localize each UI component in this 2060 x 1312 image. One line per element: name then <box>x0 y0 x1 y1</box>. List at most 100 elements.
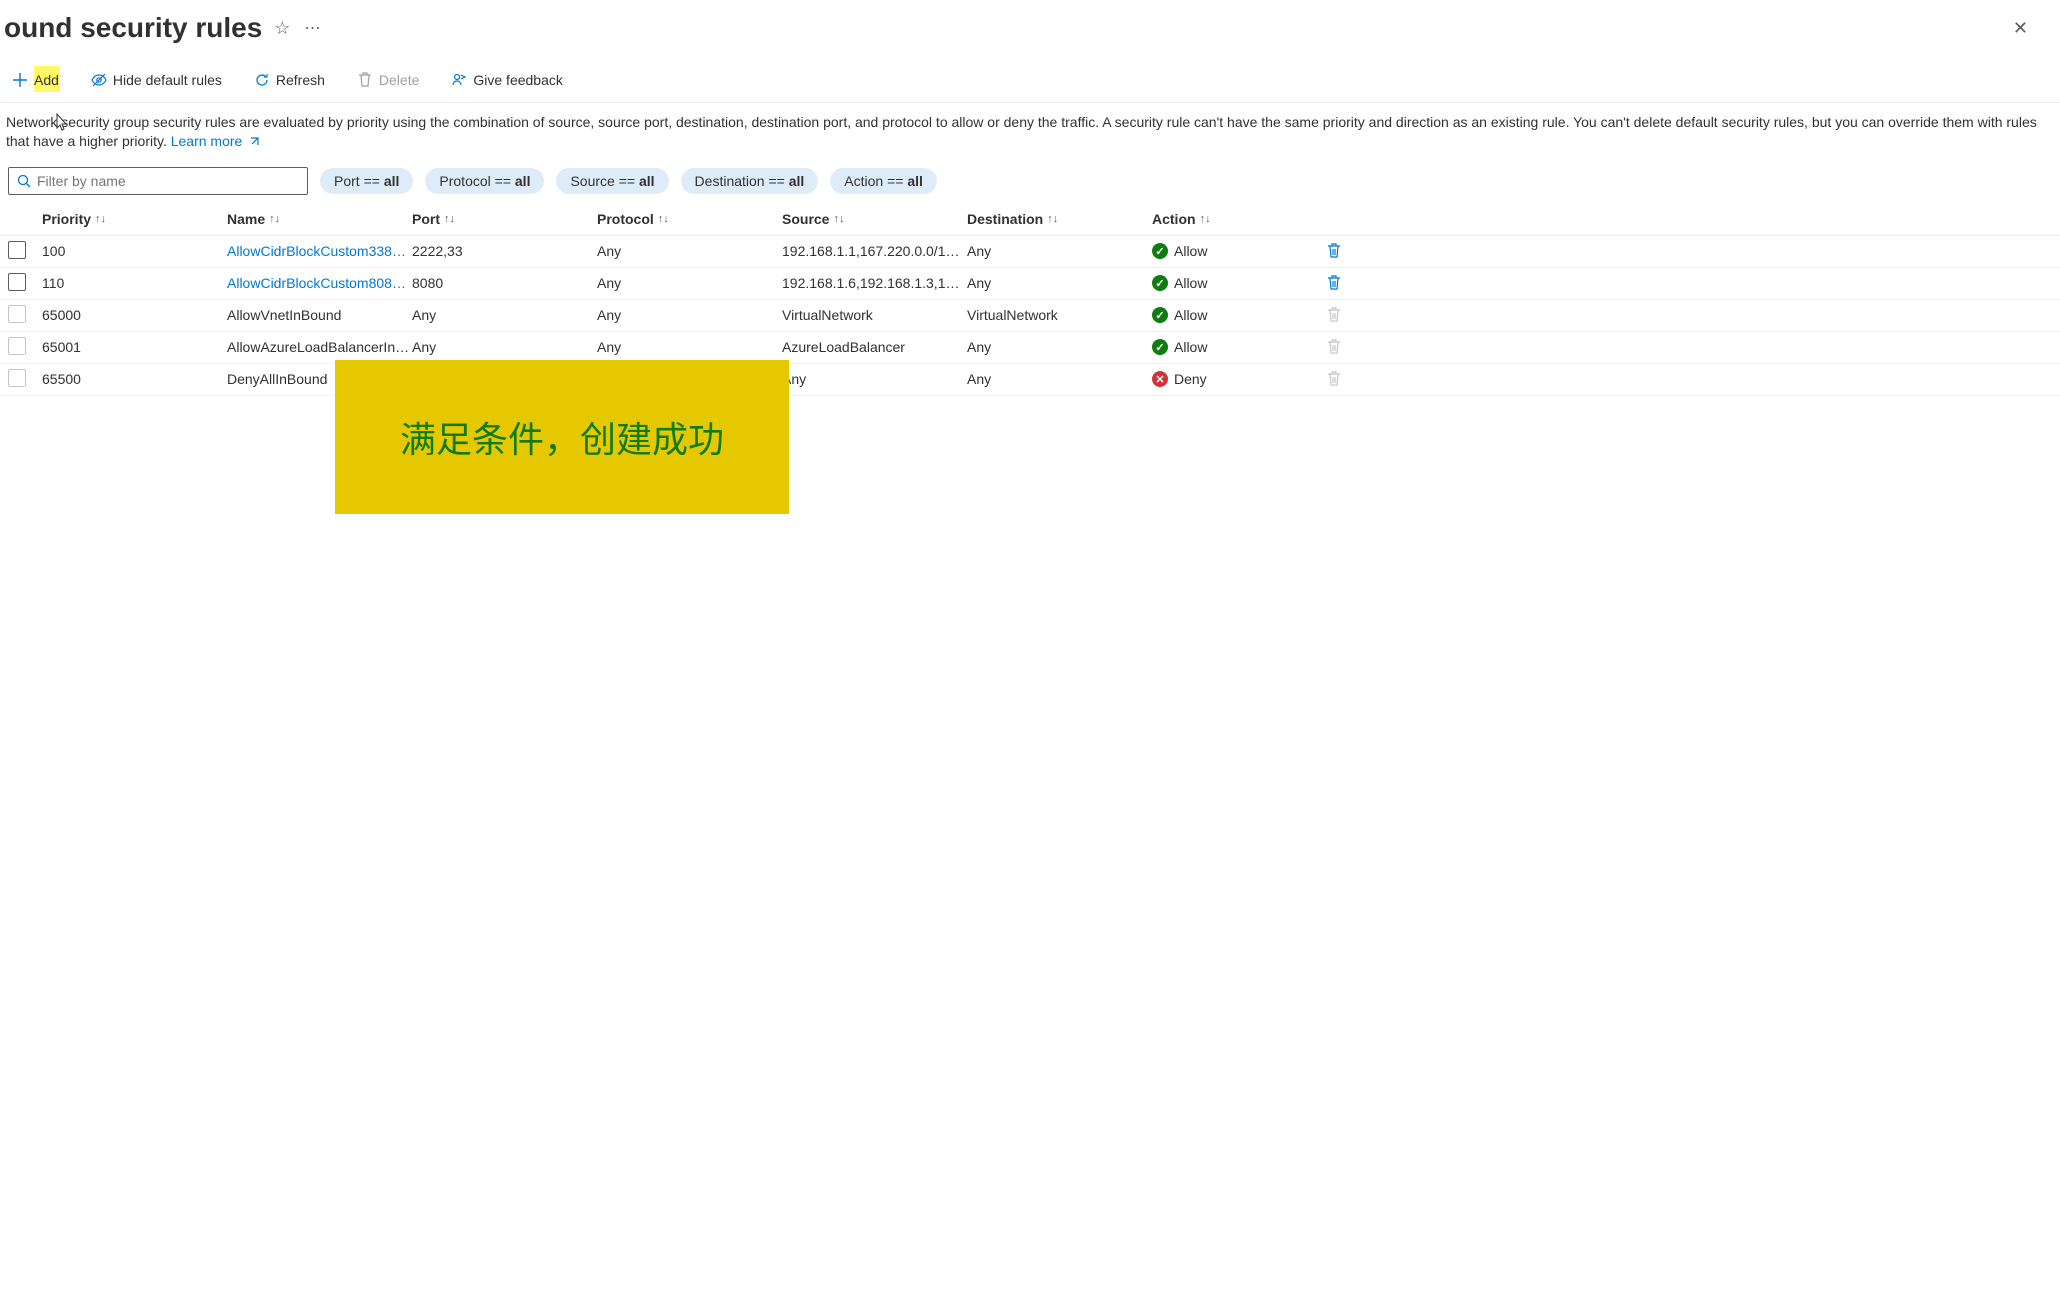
add-button[interactable]: Add <box>6 68 65 92</box>
cell-name[interactable]: AllowCidrBlockCustom3389I… <box>227 243 412 259</box>
sort-icon: ↑↓ <box>269 213 280 225</box>
filter-pill[interactable]: Action == all <box>830 168 937 194</box>
sort-icon: ↑↓ <box>658 213 669 225</box>
cell-priority: 110 <box>42 275 227 291</box>
row-checkbox <box>8 305 26 323</box>
sort-icon: ↑↓ <box>833 213 844 225</box>
filter-pill[interactable]: Destination == all <box>681 168 819 194</box>
more-options-icon[interactable]: ⋯ <box>304 18 320 38</box>
cell-priority: 65001 <box>42 339 227 355</box>
table-row: 65500DenyAllInBoundAnyAnyAnyAny✕Deny <box>0 364 2060 396</box>
cell-action: ✓Allow <box>1152 339 1327 355</box>
cell-destination: Any <box>967 275 1152 291</box>
favorite-star-icon[interactable]: ☆ <box>274 18 290 39</box>
eye-hide-icon <box>91 72 107 88</box>
row-checkbox[interactable] <box>8 273 26 291</box>
table-header-row: Priority↑↓ Name↑↓ Port↑↓ Protocol↑↓ Sour… <box>0 205 2060 236</box>
page-header: ound security rules ☆ ⋯ ✕ <box>0 0 2060 48</box>
cross-circle-icon: ✕ <box>1152 371 1168 387</box>
cursor-pointer-icon <box>52 113 70 135</box>
col-name-header[interactable]: Name↑↓ <box>227 211 412 227</box>
cell-destination: Any <box>967 243 1152 259</box>
refresh-icon <box>254 72 270 88</box>
feedback-icon <box>451 72 467 88</box>
cell-action: ✓Allow <box>1152 307 1327 323</box>
col-priority-header[interactable]: Priority↑↓ <box>42 211 227 227</box>
description-text: Network security group security rules ar… <box>0 103 2060 163</box>
cell-source: 192.168.1.6,192.168.1.3,192.1… <box>782 275 967 291</box>
row-delete-icon <box>1327 371 1367 387</box>
close-icon[interactable]: ✕ <box>2009 14 2032 43</box>
cell-destination: Any <box>967 339 1152 355</box>
check-circle-icon: ✓ <box>1152 339 1168 355</box>
row-delete-icon[interactable] <box>1327 243 1367 259</box>
feedback-label: Give feedback <box>473 72 563 88</box>
delete-label: Delete <box>379 72 419 88</box>
cell-protocol: Any <box>597 307 782 323</box>
description-body: Network security group security rules ar… <box>6 114 2037 149</box>
col-destination-header[interactable]: Destination↑↓ <box>967 211 1152 227</box>
row-checkbox <box>8 369 26 387</box>
filter-pill[interactable]: Protocol == all <box>425 168 544 194</box>
cell-destination: Any <box>967 371 1152 387</box>
cell-protocol: Any <box>597 339 782 355</box>
cell-protocol: Any <box>597 243 782 259</box>
add-label: Add <box>34 72 59 88</box>
row-delete-icon <box>1327 339 1367 355</box>
cell-priority: 65500 <box>42 371 227 387</box>
table-row: 65001AllowAzureLoadBalancerInB…AnyAnyAzu… <box>0 332 2060 364</box>
col-action-header[interactable]: Action↑↓ <box>1152 211 1327 227</box>
page-title: ound security rules <box>4 12 262 44</box>
cell-source: VirtualNetwork <box>782 307 967 323</box>
cell-priority: 100 <box>42 243 227 259</box>
sort-icon: ↑↓ <box>1047 213 1058 225</box>
hide-default-rules-button[interactable]: Hide default rules <box>85 68 228 92</box>
table-row: 65000AllowVnetInBoundAnyAnyVirtualNetwor… <box>0 300 2060 332</box>
rules-table: Priority↑↓ Name↑↓ Port↑↓ Protocol↑↓ Sour… <box>0 205 2060 396</box>
row-checkbox <box>8 337 26 355</box>
sort-icon: ↑↓ <box>444 213 455 225</box>
cell-priority: 65000 <box>42 307 227 323</box>
check-circle-icon: ✓ <box>1152 275 1168 291</box>
cell-source: AzureLoadBalancer <box>782 339 967 355</box>
success-overlay-annotation: 满足条件，创建成功 <box>335 360 789 514</box>
toolbar: Add Hide default rules Refresh Delete Gi… <box>0 58 2060 103</box>
cell-action: ✕Deny <box>1152 371 1327 387</box>
cell-destination: VirtualNetwork <box>967 307 1152 323</box>
learn-more-link[interactable]: Learn more <box>171 133 260 149</box>
hide-default-label: Hide default rules <box>113 72 222 88</box>
col-delete <box>1327 211 1367 227</box>
delete-button: Delete <box>351 68 425 92</box>
table-row: 110AllowCidrBlockCustom8080I…8080Any192.… <box>0 268 2060 300</box>
row-delete-icon <box>1327 307 1367 323</box>
check-circle-icon: ✓ <box>1152 307 1168 323</box>
refresh-button[interactable]: Refresh <box>248 68 331 92</box>
cell-action: ✓Allow <box>1152 243 1327 259</box>
cell-name[interactable]: AllowCidrBlockCustom8080I… <box>227 275 412 291</box>
filter-pill[interactable]: Source == all <box>556 168 668 194</box>
check-circle-icon: ✓ <box>1152 243 1168 259</box>
cell-port: Any <box>412 339 597 355</box>
filter-by-name-input[interactable] <box>8 167 308 195</box>
row-delete-icon[interactable] <box>1327 275 1367 291</box>
filter-row: Port == all Protocol == all Source == all D… <box>0 163 2060 205</box>
cell-source: 192.168.1.1,167.220.0.0/16,1… <box>782 243 967 259</box>
row-checkbox[interactable] <box>8 241 26 259</box>
plus-icon <box>12 72 28 88</box>
filter-input-field[interactable] <box>37 173 299 189</box>
cell-name: AllowVnetInBound <box>227 307 412 323</box>
table-row: 100AllowCidrBlockCustom3389I…2222,33Any1… <box>0 236 2060 268</box>
refresh-label: Refresh <box>276 72 325 88</box>
give-feedback-button[interactable]: Give feedback <box>445 68 569 92</box>
col-source-header[interactable]: Source↑↓ <box>782 211 967 227</box>
cell-source: Any <box>782 371 967 387</box>
col-port-header[interactable]: Port↑↓ <box>412 211 597 227</box>
cell-action: ✓Allow <box>1152 275 1327 291</box>
filter-pill[interactable]: Port == all <box>320 168 413 194</box>
cell-port: Any <box>412 307 597 323</box>
col-protocol-header[interactable]: Protocol↑↓ <box>597 211 782 227</box>
col-checkbox <box>8 211 42 227</box>
sort-icon: ↑↓ <box>95 213 106 225</box>
search-icon <box>17 174 31 188</box>
cell-name: AllowAzureLoadBalancerInB… <box>227 339 412 355</box>
